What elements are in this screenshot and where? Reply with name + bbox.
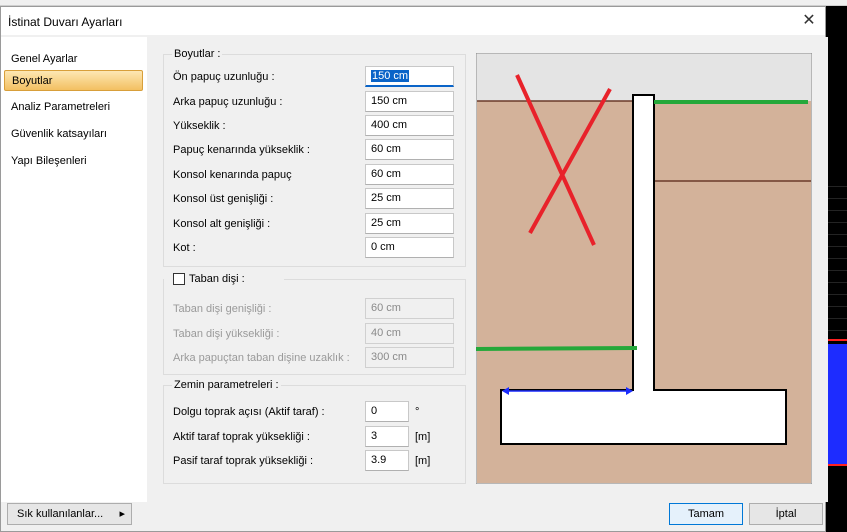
arka-papuc-uzunlugu-input[interactable]: 150 cm — [365, 91, 454, 112]
aktif-taraf-toprak-yuksekligi-input[interactable]: 3 — [365, 426, 409, 447]
yukseklik-input[interactable]: 400 cm — [365, 115, 454, 136]
taban-disi-genisligi-input[interactable]: 60 cm — [365, 298, 454, 319]
settings-dialog: İstinat Duvarı Ayarları ✕ Genel Ayarlar … — [0, 6, 828, 532]
nav-item-boyutlar[interactable]: Boyutlar — [4, 70, 143, 91]
field-value: 300 cm — [371, 351, 408, 363]
background-grid — [828, 186, 847, 336]
nav-item-yapi-bilesenleri[interactable]: Yapı Bileşenleri — [4, 151, 143, 172]
field-value: 40 cm — [371, 327, 401, 339]
field-label: Kot : — [173, 242, 196, 254]
field-value: 150 cm — [371, 70, 410, 82]
nav-item-label: Analiz Parametreleri — [11, 101, 111, 113]
form-row: Pasif taraf toprak yüksekliği : 3.9 [m] — [164, 450, 467, 472]
unit-label: [m] — [415, 431, 431, 443]
ok-label: Tamam — [687, 508, 725, 520]
background-app — [826, 6, 847, 532]
favorites-button[interactable]: Sık kullanılanlar... ▸ — [7, 503, 132, 525]
field-label: Dolgu toprak açısı (Aktif taraf) : — [173, 406, 325, 418]
papuc-kenarinda-yukseklik-input[interactable]: 60 cm — [365, 139, 454, 160]
background-red-line — [828, 464, 847, 466]
form-row: Arka papuç uzunluğu : 150 cm — [164, 91, 467, 113]
form-row: Konsol üst genişliği : 25 cm — [164, 188, 467, 210]
kot-input[interactable]: 0 cm — [365, 237, 454, 258]
field-value: 150 cm — [371, 95, 408, 107]
taban-disi-yuksekligi-input[interactable]: 40 cm — [365, 323, 454, 344]
passive-soil-level-marker — [476, 346, 638, 351]
pasif-taraf-toprak-yuksekligi-input[interactable]: 3.9 — [365, 450, 409, 471]
nav-item-genel-ayarlar[interactable]: Genel Ayarlar — [4, 49, 143, 70]
konsol-ust-genisligi-input[interactable]: 25 cm — [365, 188, 454, 209]
field-label: Taban dişi genişliği : — [173, 303, 272, 315]
unit-label: [m] — [415, 455, 431, 467]
field-value: 3.9 — [371, 454, 387, 466]
favorites-label: Sık kullanılanlar... — [17, 508, 104, 520]
field-value: 25 cm — [371, 217, 401, 229]
nav-item-label: Genel Ayarlar — [11, 53, 78, 65]
field-label: Aktif taraf toprak yüksekliği : — [173, 431, 310, 443]
group-title: Taban dişi : — [189, 273, 245, 285]
title-bar: İstinat Duvarı Ayarları ✕ — [1, 7, 825, 35]
group-title: Boyutlar : — [172, 48, 223, 60]
form-row: Konsol kenarında papuç 60 cm — [164, 164, 467, 186]
konsol-kenarinda-papuc-input[interactable]: 60 cm — [365, 164, 454, 185]
dolgu-toprak-acisi-input[interactable]: 0 — [365, 401, 409, 422]
field-value: 60 cm — [371, 168, 401, 180]
group-title: Zemin parametreleri : — [172, 379, 281, 391]
field-label: Ön papuç uzunluğu : — [173, 71, 275, 83]
field-label: Pasif taraf toprak yüksekliği : — [173, 455, 314, 467]
field-value: 0 cm — [371, 241, 395, 253]
cancel-label: İptal — [775, 508, 797, 520]
field-value: 3 — [371, 430, 378, 442]
form-row: Papuç kenarında yükseklik : 60 cm — [164, 139, 467, 161]
field-label: Yükseklik : — [173, 120, 226, 132]
chevron-right-icon: ▸ — [119, 508, 125, 520]
form-row: Taban dişi yüksekliği : 40 cm — [164, 323, 467, 345]
background-blue-block — [828, 344, 847, 464]
field-label: Konsol üst genişliği : — [173, 193, 274, 205]
nav-item-label: Yapı Bileşenleri — [11, 155, 87, 167]
field-value: 60 cm — [371, 143, 401, 155]
taban-disine-uzaklik-input[interactable]: 300 cm — [365, 347, 454, 368]
nav-item-analiz-parametreleri[interactable]: Analiz Parametreleri — [4, 97, 143, 118]
nav-item-label: Boyutlar — [12, 75, 53, 87]
settings-nav: Genel Ayarlar Boyutlar Analiz Parametrel… — [1, 37, 147, 502]
form-row: Kot : 0 cm — [164, 237, 467, 259]
field-value: 400 cm — [371, 119, 408, 131]
taban-disi-header: Taban dişi : — [164, 273, 284, 287]
close-icon[interactable]: ✕ — [799, 11, 819, 31]
field-label: Arka papuç uzunluğu : — [173, 96, 283, 108]
field-label: Papuç kenarında yükseklik : — [173, 144, 310, 156]
form-row: Konsol alt genişliği : 25 cm — [164, 213, 467, 235]
field-label: Konsol alt genişliği : — [173, 218, 271, 230]
ok-button[interactable]: Tamam — [669, 503, 743, 525]
form-row: Yükseklik : 400 cm — [164, 115, 467, 137]
checkbox-icon[interactable] — [173, 273, 185, 285]
taban-disi-group: Taban dişi : Taban dişi genişliği : 60 c… — [163, 273, 467, 375]
field-value: 25 cm — [371, 192, 401, 204]
zemin-parametreleri-group: Zemin parametreleri : Dolgu toprak açısı… — [163, 379, 467, 484]
konsol-alt-genisligi-input[interactable]: 25 cm — [365, 213, 454, 234]
on-papuc-uzunlugu-input[interactable]: 150 cm — [365, 66, 454, 87]
field-label: Arka papuçtan taban dişine uzaklık : — [173, 352, 350, 364]
field-value: 60 cm — [371, 302, 401, 314]
boyutlar-group: Boyutlar : Ön papuç uzunluğu : 150 cm Ar… — [163, 48, 467, 267]
unit-label: ° — [415, 406, 420, 418]
form-row: Dolgu toprak açısı (Aktif taraf) : 0 ° — [164, 401, 467, 423]
nav-item-label: Güvenlik katsayıları — [11, 128, 107, 140]
form-row: Arka papuçtan taban dişine uzaklık : 300… — [164, 347, 467, 369]
background-red-line — [828, 339, 847, 341]
dialog-title: İstinat Duvarı Ayarları — [8, 15, 123, 29]
retaining-wall-diagram — [476, 53, 812, 484]
nav-item-guvenlik-katsayilari[interactable]: Güvenlik katsayıları — [4, 124, 143, 145]
form-row: Ön papuç uzunluğu : 150 cm — [164, 66, 467, 88]
cancel-button[interactable]: İptal — [749, 503, 823, 525]
field-label: Konsol kenarında papuç — [173, 169, 292, 181]
field-label: Taban dişi yüksekliği : — [173, 328, 280, 340]
form-row: Taban dişi genişliği : 60 cm — [164, 298, 467, 320]
field-value: 0 — [371, 405, 378, 417]
form-row: Aktif taraf toprak yüksekliği : 3 [m] — [164, 426, 467, 448]
